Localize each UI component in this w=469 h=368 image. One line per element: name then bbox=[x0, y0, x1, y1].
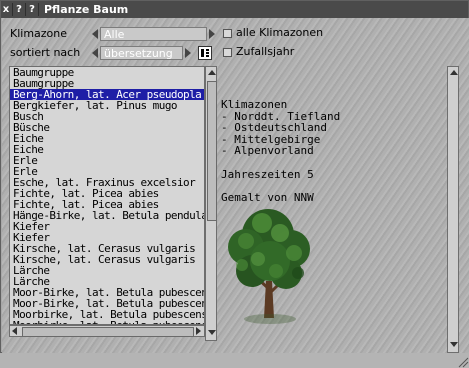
zufallsjahr-checkbox[interactable] bbox=[223, 48, 232, 57]
zone-item: - Ostdeutschland bbox=[221, 121, 327, 134]
list-item[interactable]: Moor-Birke, lat. Betula pubescen bbox=[10, 287, 204, 298]
list-horizontal-scrollbar[interactable] bbox=[9, 325, 205, 337]
list-item[interactable]: Kiefer bbox=[10, 232, 204, 243]
list-scroll-thumb[interactable] bbox=[207, 81, 217, 221]
titlebar: x ? ? Pflanze Baum bbox=[1, 1, 468, 18]
list-item[interactable]: Kirsche, lat. Cerasus vulgaris bbox=[10, 243, 204, 254]
sort-order-icon bbox=[200, 48, 210, 58]
jahreszeiten-text: Jahreszeiten 5 bbox=[221, 167, 314, 181]
list-item-selected[interactable]: Berg-Ahorn, lat. Acer pseudopla bbox=[10, 89, 204, 100]
list-item[interactable]: Kirsche, lat. Cerasus vulgaris bbox=[10, 254, 204, 265]
titlebar-separator bbox=[25, 3, 26, 16]
alle-klimazonen-label: alle Klimazonen bbox=[236, 26, 324, 39]
list-item[interactable]: Erle bbox=[10, 155, 204, 166]
scroll-right-arrow-icon[interactable] bbox=[196, 327, 201, 335]
scroll-left-arrow-icon[interactable] bbox=[12, 327, 17, 335]
tree-list[interactable]: Baumgruppe Baumgruppe Berg-Ahorn, lat. Ace… bbox=[9, 66, 205, 325]
list-hscroll-thumb[interactable] bbox=[22, 327, 194, 337]
list-item[interactable]: Büsche bbox=[10, 122, 204, 133]
titlebar-separator bbox=[38, 3, 39, 16]
list-item[interactable]: Busch bbox=[10, 111, 204, 122]
dialog-content: Klimazone Alle alle Klimazonen sortiert … bbox=[2, 18, 469, 368]
list-item[interactable]: Moor-Birke, lat. Betula pubescen bbox=[10, 298, 204, 309]
list-vertical-scrollbar[interactable] bbox=[205, 66, 217, 341]
sort-prev-arrow-icon[interactable] bbox=[92, 48, 98, 58]
info-panel: Klimazonen - Norddt. Tiefland - Ostdeuts… bbox=[221, 99, 401, 204]
help-button-2[interactable]: ? bbox=[27, 3, 37, 16]
scroll-up-arrow-icon[interactable] bbox=[208, 70, 216, 75]
list-item[interactable]: Bergkiefer, lat. Pinus mugo bbox=[10, 100, 204, 111]
sortiert-label: sortiert nach bbox=[10, 46, 81, 59]
tree-image bbox=[228, 209, 310, 324]
list-item[interactable]: Fichte, lat. Picea abies bbox=[10, 188, 204, 199]
klimazone-select[interactable]: Alle bbox=[100, 27, 207, 41]
list-item[interactable]: Baumgruppe bbox=[10, 78, 204, 89]
close-button[interactable]: x bbox=[1, 3, 11, 16]
list-item[interactable]: Lärche bbox=[10, 265, 204, 276]
list-item[interactable]: Lärche bbox=[10, 276, 204, 287]
help-button[interactable]: ? bbox=[14, 3, 24, 16]
klimazone-label: Klimazone bbox=[10, 27, 68, 40]
resize-grip-icon[interactable] bbox=[457, 356, 469, 368]
info-scroll-up-arrow-icon[interactable] bbox=[450, 70, 458, 75]
list-item[interactable]: Esche, lat. Fraxinus excelsior bbox=[10, 177, 204, 188]
window: x ? ? Pflanze Baum Klimazone Alle alle K… bbox=[0, 0, 469, 368]
list-item[interactable]: Baumgruppe bbox=[10, 67, 204, 78]
sort-select[interactable]: übersetzung bbox=[100, 46, 183, 60]
sort-next-arrow-icon[interactable] bbox=[185, 48, 191, 58]
list-item[interactable]: Kiefer bbox=[10, 221, 204, 232]
list-item[interactable]: Eiche bbox=[10, 144, 204, 155]
sort-order-button[interactable] bbox=[198, 46, 212, 60]
list-item[interactable]: Hänge-Birke, lat. Betula pendula bbox=[10, 210, 204, 221]
list-item[interactable]: Eiche bbox=[10, 133, 204, 144]
klimazonen-title: Klimazonen bbox=[221, 98, 288, 111]
alle-klimazonen-checkbox[interactable] bbox=[223, 29, 232, 38]
list-item[interactable]: Moorbirke, lat. Betula pubescens bbox=[10, 309, 204, 320]
zone-item: - Alpenvorland bbox=[221, 144, 314, 157]
list-item[interactable]: Fichte, lat. Picea abies bbox=[10, 199, 204, 210]
list-item[interactable]: Erle bbox=[10, 166, 204, 177]
window-title: Pflanze Baum bbox=[44, 3, 129, 16]
klimazone-next-arrow-icon[interactable] bbox=[209, 29, 215, 39]
info-vertical-scrollbar[interactable] bbox=[447, 66, 459, 353]
scroll-down-arrow-icon[interactable] bbox=[208, 330, 216, 335]
zufallsjahr-label: Zufallsjahr bbox=[236, 45, 295, 58]
klimazone-prev-arrow-icon[interactable] bbox=[92, 29, 98, 39]
info-scroll-down-arrow-icon[interactable] bbox=[450, 342, 458, 347]
titlebar-separator bbox=[12, 3, 13, 16]
